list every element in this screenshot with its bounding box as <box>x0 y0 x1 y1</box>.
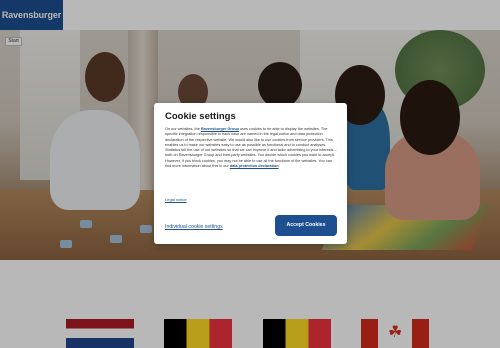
dialog-body: On our websites, the Ravensburger Group … <box>165 127 338 169</box>
page: Ravensburger Start ☘ Cookie settings On … <box>0 0 500 348</box>
body-text: . <box>278 164 280 169</box>
cookie-dialog: Cookie settings On our websites, the Rav… <box>154 103 347 244</box>
legal-notice-link[interactable]: Legal notice <box>165 197 187 202</box>
ravensburger-group-link[interactable]: Ravensburger Group <box>201 127 239 131</box>
individual-cookie-settings-link[interactable]: Individual cookie settings <box>165 224 223 230</box>
body-text: On our websites, the <box>165 127 201 131</box>
data-protection-link[interactable]: data protection declaration <box>230 164 279 168</box>
body-text: uses cookies to be able to display the w… <box>165 127 337 169</box>
accept-cookies-button[interactable]: Accept Cookies <box>275 215 337 236</box>
dialog-title: Cookie settings <box>165 111 236 122</box>
